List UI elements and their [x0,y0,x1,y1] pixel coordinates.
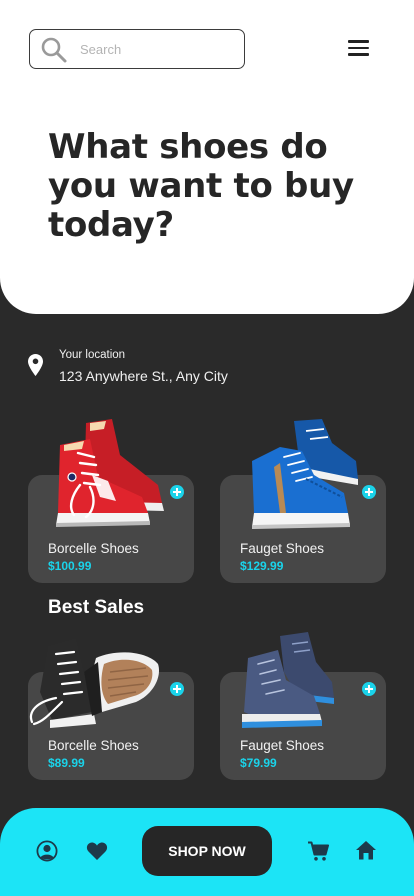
blue-sneaker-image [252,419,358,529]
product-name: Fauget Shoes [240,738,325,753]
product-price: $129.99 [240,559,284,573]
menu-icon[interactable] [348,36,376,60]
location-address: 123 Anywhere St., Any City [59,368,228,384]
product-name: Borcelle Shoes [48,541,139,556]
product-name: Borcelle Shoes [48,738,139,753]
bottom-nav: SHOP NOW [0,808,414,896]
add-to-cart-button[interactable] [170,485,184,499]
menu-line [348,40,369,43]
hero-section: What shoes do you want to buy today? [0,0,414,314]
product-card[interactable]: Borcelle Shoes $89.99 [28,638,194,780]
search-input[interactable] [80,38,230,60]
product-card[interactable]: Fauget Shoes $79.99 [220,632,386,780]
product-card[interactable]: Fauget Shoes $129.99 [220,419,386,583]
search-icon[interactable] [40,36,68,64]
black-sneaker-image [29,638,160,728]
product-card[interactable]: Borcelle Shoes $100.99 [28,419,194,583]
add-to-cart-button[interactable] [362,485,376,499]
home-icon[interactable] [355,839,377,861]
add-to-cart-button[interactable] [170,682,184,696]
shop-now-button[interactable]: SHOP NOW [142,826,272,876]
product-price: $89.99 [48,756,85,770]
menu-line [348,53,369,56]
product-name: Fauget Shoes [240,541,325,556]
menu-line [348,46,369,50]
location-pin-icon [28,354,43,376]
best-sales-title: Best Sales [48,597,145,618]
heart-icon[interactable] [86,840,108,862]
product-price: $79.99 [240,756,277,770]
add-to-cart-button[interactable] [362,682,376,696]
user-icon[interactable] [36,840,58,862]
product-price: $100.99 [48,559,92,573]
location-label: Your location [59,349,126,361]
red-sneaker-image [56,419,164,527]
navy-boot-image [242,632,334,728]
search-bar[interactable] [29,29,245,69]
page-title: What shoes do you want to buy today? [48,127,354,245]
cart-icon[interactable] [307,840,329,862]
